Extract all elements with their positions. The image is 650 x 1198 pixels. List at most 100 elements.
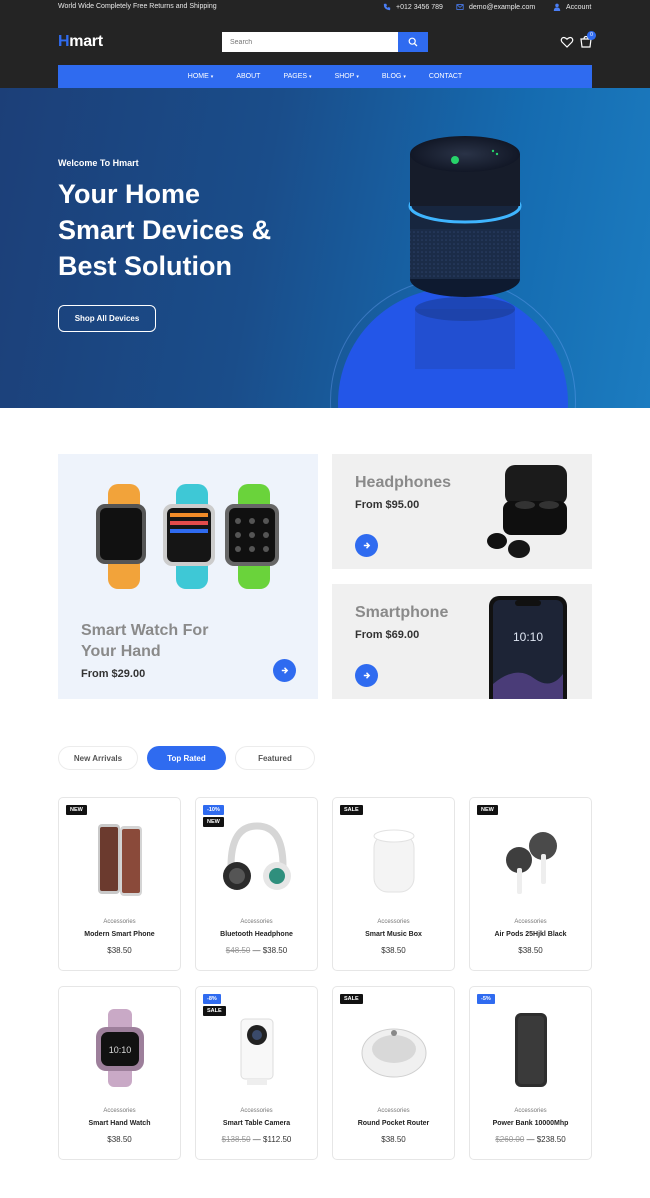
- nav-item-label: BLOG: [381, 73, 402, 80]
- product-name[interactable]: Power Bank 10000Mhp: [470, 1120, 591, 1127]
- product-current-price: $38.50: [518, 946, 543, 955]
- product-price: $260.00 — $238.50: [470, 1135, 591, 1144]
- product-name[interactable]: Smart Table Camera: [196, 1120, 317, 1127]
- product-current-price: $238.50: [536, 1135, 566, 1144]
- search-input[interactable]: [222, 32, 398, 52]
- smartphone-banner-price: From $69.00: [355, 629, 420, 641]
- topbar: World Wide Completely Free Returns and S…: [0, 0, 650, 17]
- headphones-banner[interactable]: Headphones From $95.00: [332, 454, 592, 569]
- power-bank-image: [515, 1013, 547, 1087]
- product-category: Accessories: [103, 919, 136, 925]
- product-name[interactable]: Bluetooth Headphone: [196, 931, 317, 938]
- product-name[interactable]: Modern Smart Phone: [59, 931, 180, 938]
- product-badge: SALE: [340, 805, 363, 815]
- smart-watches-image: [96, 484, 279, 589]
- smart-speaker-image: [408, 136, 522, 369]
- search-button[interactable]: [398, 32, 428, 52]
- smart-watch-banner[interactable]: Smart Watch For Your Hand From $29.00: [58, 454, 318, 699]
- topbar-email[interactable]: demo@example.com: [456, 3, 535, 11]
- nav-item-label: PAGES: [283, 73, 308, 80]
- product-price: $38.50: [59, 1135, 180, 1144]
- product-name[interactable]: Smart Music Box: [333, 931, 454, 938]
- product-category: Accessories: [514, 1108, 547, 1114]
- product-badge: NEW: [66, 805, 87, 815]
- product-card[interactable]: SALE Accessories Round Pocket Router $38.50: [332, 986, 455, 1160]
- product-price: $38.50: [470, 946, 591, 955]
- tab-new-arrivals[interactable]: New Arrivals: [58, 746, 138, 770]
- phone-screen-time: 10:10: [513, 630, 543, 644]
- shop-all-devices-button[interactable]: Shop All Devices: [58, 305, 156, 332]
- headphones-banner-title: Headphones: [355, 474, 452, 491]
- product-badge: -5%: [477, 994, 495, 1004]
- smartphone-banner[interactable]: Smartphone From $69.00 10:10: [332, 584, 592, 699]
- topbar-notice: World Wide Completely Free Returns and S…: [58, 3, 217, 10]
- product-current-price: $38.50: [381, 1135, 406, 1144]
- site-header: World Wide Completely Free Returns and S…: [0, 0, 650, 88]
- product-category: Accessories: [377, 1108, 410, 1114]
- nav-item-about[interactable]: ABOUT: [236, 73, 260, 80]
- price-separator: —: [524, 1135, 537, 1144]
- chevron-down-icon: ▾: [403, 73, 406, 80]
- watch-screen-time: 10:10: [109, 1045, 132, 1055]
- router-image: [361, 1028, 427, 1078]
- user-icon: [553, 3, 561, 11]
- topbar-account-text: Account: [566, 3, 592, 11]
- nav-item-home[interactable]: HOME ▾: [188, 73, 214, 80]
- topbar-email-text: demo@example.com: [469, 3, 536, 11]
- product-card[interactable]: NEW Accessories Modern Smart Phone $38.50: [58, 797, 181, 971]
- arrow-right-icon: [363, 672, 371, 679]
- smartphone-arrow-button[interactable]: [355, 664, 378, 687]
- nav-item-pages[interactable]: PAGES ▾: [283, 73, 311, 80]
- product-badge: NEW: [477, 805, 498, 815]
- product-card[interactable]: 10:10 Accessories Smart Hand Watch $38.50: [58, 986, 181, 1160]
- hero-title-line: Smart Devices &: [58, 215, 272, 245]
- product-card[interactable]: NEW Accessories Air Pods 25Hjkl Black $38.5…: [469, 797, 592, 971]
- hero-banner: Welcome To Hmart Your Home Smart Devices…: [0, 88, 650, 408]
- topbar-account[interactable]: Account: [553, 3, 591, 11]
- site-logo[interactable]: Hmart: [58, 33, 103, 51]
- earbuds-case-image: [487, 465, 567, 558]
- product-card[interactable]: SALE Accessories Smart Music Box $38.50: [332, 797, 455, 971]
- product-current-price: $38.50: [107, 1135, 132, 1144]
- topbar-phone-text: +012 3456 789: [396, 3, 443, 11]
- product-price: $138.50 — $112.50: [196, 1135, 317, 1144]
- product-price: $38.50: [333, 1135, 454, 1144]
- product-price: $48.50 — $38.50: [196, 946, 317, 955]
- product-price: $38.50: [333, 946, 454, 955]
- smartphone-banner-title: Smartphone: [355, 604, 449, 621]
- product-name[interactable]: Air Pods 25Hjkl Black: [470, 931, 591, 938]
- hero-title-line: Your Home: [58, 179, 201, 209]
- nav-item-blog[interactable]: BLOG ▾: [382, 73, 406, 80]
- envelope-icon: [456, 4, 464, 10]
- nav-item-label: ABOUT: [236, 73, 261, 80]
- earbuds-image: [506, 832, 557, 894]
- headphones-arrow-button[interactable]: [355, 534, 378, 557]
- product-current-price: $112.50: [263, 1135, 292, 1144]
- nav-item-contact[interactable]: CONTACT: [429, 73, 462, 80]
- topbar-phone[interactable]: +012 3456 789: [383, 3, 443, 11]
- watch-image: 10:10: [96, 1009, 144, 1087]
- product-current-price: $38.50: [262, 946, 288, 955]
- product-old-price: $48.50: [225, 946, 251, 955]
- product-name[interactable]: Round Pocket Router: [333, 1120, 454, 1127]
- product-badge: -8%: [203, 994, 221, 1004]
- product-price: $38.50: [59, 946, 180, 955]
- product-card[interactable]: -10% NEW Accessories Bluetooth Headphone $48…: [195, 797, 318, 971]
- headphones-banner-price: From $95.00: [355, 499, 420, 511]
- nav-item-shop[interactable]: SHOP ▾: [335, 73, 359, 80]
- price-separator: —: [250, 946, 263, 955]
- product-old-price: $138.50: [221, 1135, 251, 1144]
- product-name[interactable]: Smart Hand Watch: [59, 1120, 180, 1127]
- logo-letter: H: [58, 33, 70, 50]
- smart-watch-arrow-button[interactable]: [273, 659, 296, 682]
- product-card[interactable]: -5% Accessories Power Bank 10000Mhp $260.00…: [469, 986, 592, 1160]
- tab-top-rated[interactable]: Top Rated: [147, 746, 226, 770]
- hero-welcome-text: Welcome To Hmart: [58, 158, 139, 168]
- nav-item-label: CONTACT: [428, 73, 463, 80]
- tab-featured[interactable]: Featured: [235, 746, 315, 770]
- product-category: Accessories: [103, 1108, 136, 1114]
- wishlist-heart-icon[interactable]: [560, 35, 574, 49]
- product-card[interactable]: -8% SALE Accessories Smart Table Camera $138…: [195, 986, 318, 1160]
- product-category: Accessories: [514, 919, 547, 925]
- chevron-down-icon: ▾: [309, 73, 312, 80]
